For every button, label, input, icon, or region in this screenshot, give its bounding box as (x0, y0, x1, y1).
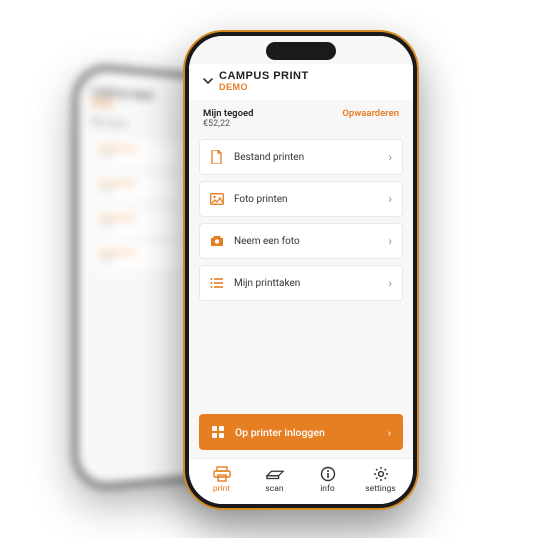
gear-icon (372, 466, 390, 482)
tab-label: settings (365, 484, 395, 494)
balance-amount: €52,22 (203, 119, 253, 129)
list-icon (210, 276, 224, 290)
tab-label: print (213, 484, 230, 494)
cta-label: Op printer inloggen (235, 426, 378, 439)
chevron-right-icon: › (388, 150, 392, 164)
print-icon (213, 466, 231, 482)
topup-link[interactable]: Opwaarderen (342, 108, 399, 119)
chevron-right-icon: › (388, 192, 392, 206)
tab-scan[interactable]: scan (248, 466, 301, 494)
tab-settings[interactable]: settings (354, 466, 407, 494)
app-header[interactable]: CAMPUS PRINT DEMO (189, 64, 413, 100)
chevron-right-icon: › (388, 276, 392, 290)
camera-icon (210, 234, 224, 248)
phone-notch (266, 42, 336, 60)
app-title: CAMPUS PRINT (219, 70, 309, 82)
chevron-right-icon: › (388, 426, 391, 439)
balance-row: Mijn tegoed €52,22 Opwaarderen (189, 100, 413, 139)
menu-item-label: Bestand printen (234, 152, 378, 163)
phone-frame: CAMPUS PRINT DEMO Mijn tegoed €52,22 Opw… (185, 32, 417, 508)
tab-print[interactable]: print (195, 466, 248, 494)
title-block: CAMPUS PRINT DEMO (219, 70, 309, 92)
photo-icon (210, 192, 224, 206)
menu-item-take-photo[interactable]: Neem een foto › (199, 223, 403, 259)
menu-item-label: Foto printen (234, 194, 378, 205)
info-icon (319, 466, 337, 482)
menu-item-file-print[interactable]: Bestand printen › (199, 139, 403, 175)
bottom-tabs: print scan info settings (189, 458, 413, 504)
balance-left: Mijn tegoed €52,22 (203, 108, 253, 129)
menu-list: Bestand printen › Foto printen › Neem ee… (189, 139, 413, 301)
tab-label: info (320, 484, 335, 494)
menu-item-label: Mijn printtaken (234, 278, 378, 289)
chevron-down-icon (203, 76, 213, 86)
tab-info[interactable]: info (301, 466, 354, 494)
app-subtitle: DEMO (219, 82, 309, 92)
spacer (189, 301, 413, 406)
qr-icon (211, 425, 225, 439)
menu-item-my-jobs[interactable]: Mijn printtaken › (199, 265, 403, 301)
chevron-right-icon: › (388, 234, 392, 248)
app-screen: CAMPUS PRINT DEMO Mijn tegoed €52,22 Opw… (189, 36, 413, 504)
menu-item-photo-print[interactable]: Foto printen › (199, 181, 403, 217)
scan-icon (266, 466, 284, 482)
menu-item-label: Neem een foto (234, 236, 378, 247)
printer-login-button[interactable]: Op printer inloggen › (199, 414, 403, 450)
file-icon (210, 150, 224, 164)
tab-label: scan (265, 484, 283, 494)
balance-label: Mijn tegoed (203, 108, 253, 119)
